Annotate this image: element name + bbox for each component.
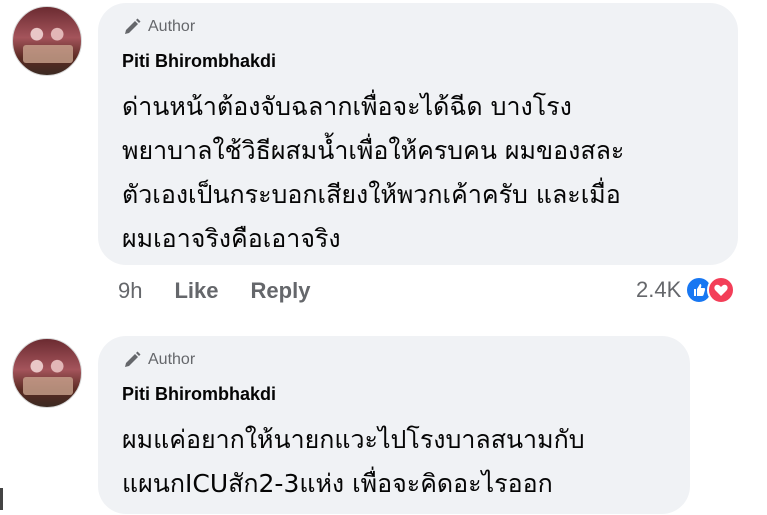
comment-text-line: ผมเอาจริงคือเอาจริง [122,224,341,253]
author-badge: Author [122,350,195,370]
reply-button[interactable]: Reply [251,278,311,304]
pencil-icon [125,18,141,34]
love-reaction-icon [707,276,736,304]
like-button[interactable]: Like [174,278,218,304]
comment-text-line: ผมแค่อยากให้นายกแวะไปโรงบาลสนามกับ [122,425,585,454]
reaction-summary[interactable]: 2.4K [636,276,736,304]
reaction-count: 2.4K [636,277,682,302]
comment-text-line: พยาบาลใช้วิธีผสมน้ำเพื่อให้ครบคน ผมของสล… [122,136,625,165]
commenter-name[interactable]: Piti Bhirombhakdi [122,51,276,72]
comment-actions: 9h Like Reply [118,278,310,304]
timestamp[interactable]: 9h [118,278,142,304]
commenter-name[interactable]: Piti Bhirombhakdi [122,384,276,405]
avatar[interactable] [12,6,82,76]
author-label: Author [148,351,196,368]
author-badge: Author [122,17,195,37]
comment-bubble: Author Piti Bhirombhakdi ด่านหน้าต้องจับ… [98,3,738,265]
edge-divider [0,488,3,510]
pencil-icon [125,351,141,367]
comment-text-line: ตัวเองเป็นกระบอกเสียงให้พวกเค้าครับ และเ… [122,180,621,209]
author-label: Author [148,18,196,35]
comment-bubble: Author Piti Bhirombhakdi ผมแค่อยากให้นาย… [98,336,690,514]
avatar[interactable] [12,338,82,408]
comment-text-line: ด่านหน้าต้องจับฉลากเพื่อจะได้ฉีด บางโรง [122,92,572,121]
comment-text-line: แผนกICUสัก2-3แห่ง เพื่อจะคิดอะไรออก [122,469,553,498]
